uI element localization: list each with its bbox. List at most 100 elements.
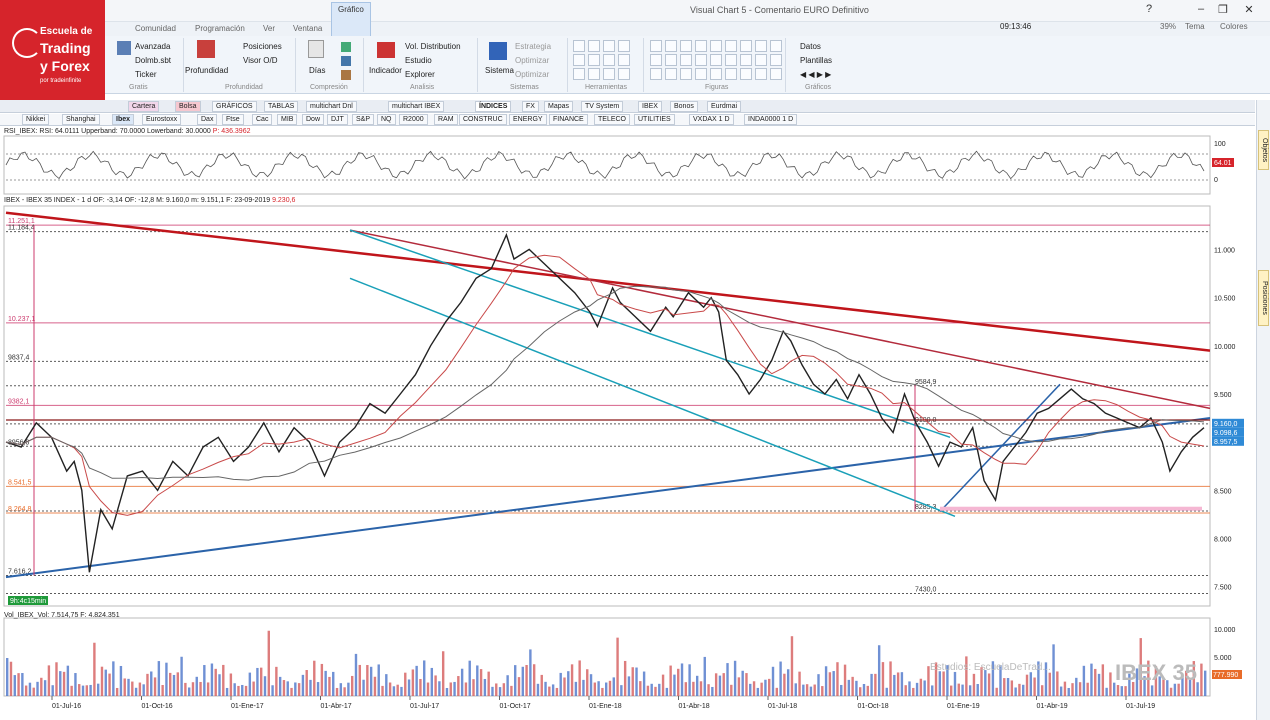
- drawing-tool-icon[interactable]: [740, 40, 752, 52]
- drawing-tool-icon[interactable]: [770, 68, 782, 80]
- visor-button[interactable]: Visor O/D: [243, 56, 278, 65]
- drawing-tool-icon[interactable]: [588, 68, 600, 80]
- drawing-tool-icon[interactable]: [665, 68, 677, 80]
- drawing-tool-icon[interactable]: [618, 54, 630, 66]
- symbol-tab[interactable]: VXDAX 1 D: [689, 114, 734, 125]
- zoom-label[interactable]: Tema: [1185, 22, 1205, 31]
- drawing-tool-icon[interactable]: [650, 40, 662, 52]
- workspace-tab[interactable]: Eurdmai: [707, 101, 742, 112]
- workspace-tab[interactable]: FX: [522, 101, 539, 112]
- chart-type-icon[interactable]: [117, 41, 131, 55]
- drawing-tool-icon[interactable]: [770, 54, 782, 66]
- drawing-tool-icon[interactable]: [680, 40, 692, 52]
- workspace-tab[interactable]: multichart IBEX: [388, 101, 445, 112]
- drawing-tool-icon[interactable]: [603, 40, 615, 52]
- sistema-button[interactable]: Sistema: [485, 66, 514, 75]
- datos-button[interactable]: Datos: [800, 42, 821, 51]
- estudio-button[interactable]: Estudio: [405, 56, 432, 65]
- system-icon[interactable]: [489, 42, 507, 60]
- drawing-tool-icon[interactable]: [573, 68, 585, 80]
- drawing-tool-icon[interactable]: [603, 54, 615, 66]
- drawing-tool-icon[interactable]: [710, 68, 722, 80]
- drawing-tool-icon[interactable]: [695, 40, 707, 52]
- drawing-tool-icon[interactable]: [755, 54, 767, 66]
- drawing-tool-icon[interactable]: [618, 40, 630, 52]
- drawing-tool-icon[interactable]: [588, 40, 600, 52]
- drawing-tool-icon[interactable]: [725, 40, 737, 52]
- symbol-tab[interactable]: TELECO: [594, 114, 631, 125]
- tab-grafico[interactable]: Gráfico: [331, 2, 371, 36]
- optimizar-button[interactable]: Optimizar: [515, 70, 549, 79]
- drawing-tool-icon[interactable]: [588, 54, 600, 66]
- side-tab-objetos[interactable]: Objetos: [1258, 130, 1269, 170]
- workspace-tab[interactable]: multichart Dnl: [306, 101, 357, 112]
- workspace-tab[interactable]: Bolsa: [175, 101, 201, 112]
- chart-area[interactable]: 11.251,111.184,410.237,19837,49382,18956…: [0, 126, 1256, 720]
- explorer-button[interactable]: Explorer: [405, 70, 435, 79]
- workspace-tab[interactable]: Mapas: [544, 101, 574, 112]
- drawing-tool-icon[interactable]: [695, 54, 707, 66]
- depth-icon[interactable]: [197, 40, 215, 58]
- profundidad-button[interactable]: Profundidad: [185, 66, 228, 75]
- maximize-icon[interactable]: ❐: [1214, 3, 1232, 17]
- indicator-icon[interactable]: [377, 42, 395, 58]
- posiciones-button[interactable]: Posiciones: [243, 42, 282, 51]
- tab-ventana[interactable]: Ventana: [293, 24, 322, 33]
- drawing-tool-icon[interactable]: [603, 68, 615, 80]
- close-icon[interactable]: ✕: [1240, 3, 1258, 17]
- workspace-tab[interactable]: GRÁFICOS: [212, 101, 257, 112]
- drawing-tool-icon[interactable]: [770, 40, 782, 52]
- drawing-tool-icon[interactable]: [650, 68, 662, 80]
- symbol-tab[interactable]: Shanghai: [62, 114, 100, 125]
- ticker-button[interactable]: Ticker: [135, 70, 156, 79]
- compress-icon[interactable]: [341, 70, 351, 80]
- drawing-tool-icon[interactable]: [710, 54, 722, 66]
- drawing-tool-icon[interactable]: [680, 68, 692, 80]
- plantillas-button[interactable]: Plantillas: [800, 56, 832, 65]
- drawing-tool-icon[interactable]: [618, 68, 630, 80]
- symbol-tab[interactable]: INDA0000 1 D: [744, 114, 798, 125]
- drawing-tool-icon[interactable]: [680, 54, 692, 66]
- drawing-tool-icon[interactable]: [573, 54, 585, 66]
- workspace-tab[interactable]: Cartera: [128, 101, 160, 112]
- drawing-tool-icon[interactable]: [725, 54, 737, 66]
- tab-programacion[interactable]: Programación: [195, 24, 245, 33]
- drawing-tool-icon[interactable]: [665, 40, 677, 52]
- symbol-tab[interactable]: Dow: [302, 114, 325, 125]
- symbol-tab[interactable]: FINANCE: [549, 114, 588, 125]
- symbol-tab[interactable]: ENERGY: [509, 114, 547, 125]
- symbol-tab[interactable]: UTILITIES: [634, 114, 675, 125]
- symbol-tab[interactable]: DJT: [327, 114, 348, 125]
- dolmb-button[interactable]: Dolmb.sbt: [135, 56, 171, 65]
- symbol-tab[interactable]: S&P: [352, 114, 375, 125]
- estrategia-button[interactable]: Estrategia: [515, 42, 551, 51]
- compress-icon[interactable]: [341, 42, 351, 52]
- indicador-button[interactable]: Indicador: [369, 66, 402, 75]
- symbol-tab[interactable]: NQ: [377, 114, 396, 125]
- drawing-tool-icon[interactable]: [755, 40, 767, 52]
- workspace-tab[interactable]: TV System: [581, 101, 624, 112]
- symbol-tab[interactable]: Dax: [197, 114, 218, 125]
- symbol-tab[interactable]: Cac: [252, 114, 273, 125]
- symbol-tab[interactable]: R2000: [399, 114, 428, 125]
- workspace-tab[interactable]: ÍNDICES: [475, 101, 512, 112]
- calendar-icon[interactable]: [308, 40, 324, 58]
- avanzada-button[interactable]: Avanzada: [135, 42, 170, 51]
- drawing-tool-icon[interactable]: [710, 40, 722, 52]
- drawing-tool-icon[interactable]: [695, 68, 707, 80]
- tab-ver[interactable]: Ver: [263, 24, 275, 33]
- symbol-tab[interactable]: Nikkei: [22, 114, 50, 125]
- symbol-tab[interactable]: RAM: [434, 114, 458, 125]
- drawing-tool-icon[interactable]: [755, 68, 767, 80]
- drawing-tool-icon[interactable]: [573, 40, 585, 52]
- drawing-tool-icon[interactable]: [725, 68, 737, 80]
- colors-menu[interactable]: Colores: [1220, 22, 1248, 31]
- drawing-tool-icon[interactable]: [650, 54, 662, 66]
- vol-distribution-button[interactable]: Vol. Distribution: [405, 42, 461, 51]
- symbol-tab[interactable]: Ftse: [222, 114, 244, 125]
- workspace-tab[interactable]: IBEX: [638, 101, 662, 112]
- help-icon[interactable]: ?: [1140, 3, 1158, 17]
- drawing-tool-icon[interactable]: [740, 54, 752, 66]
- workspace-tab[interactable]: Bonos: [670, 101, 698, 112]
- tab-comunidad[interactable]: Comunidad: [135, 24, 176, 33]
